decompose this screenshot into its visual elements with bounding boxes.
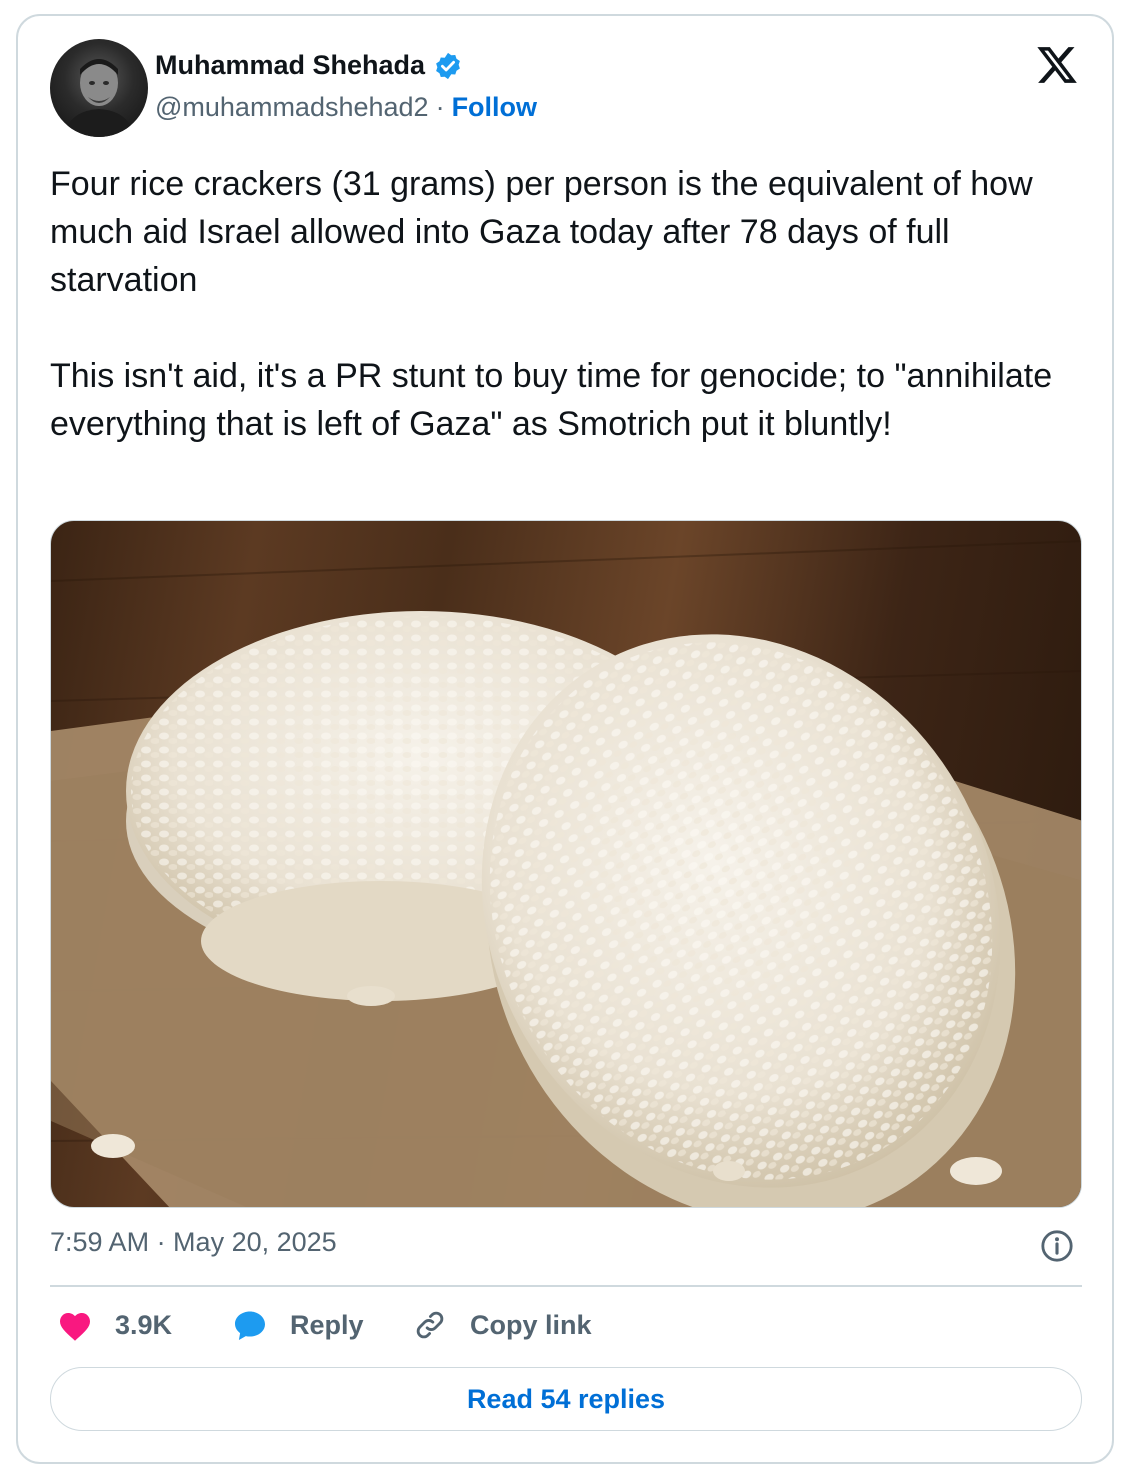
reply-label: Reply [290, 1309, 364, 1340]
like-button[interactable]: 3.9K [57, 1308, 172, 1342]
tweet-paragraph-1: Four rice crackers (31 grams) per person… [50, 165, 1033, 299]
verified-badge-icon [436, 52, 460, 79]
like-count: 3.9K [115, 1309, 173, 1340]
copy-link-label: Copy link [470, 1309, 592, 1340]
rice-cracker-illustration [51, 540, 1081, 1207]
handle-row: @muhammadshehad2 · Follow [155, 92, 537, 123]
info-icon[interactable] [1040, 1229, 1074, 1263]
copy-link-button[interactable]: Copy link [412, 1308, 592, 1342]
tweet-photo-rice-crackers[interactable] [50, 520, 1082, 1208]
tweet-text: Four rice crackers (31 grams) per person… [50, 160, 1090, 448]
read-replies-button[interactable]: Read 54 replies [50, 1367, 1082, 1431]
author-name[interactable]: Muhammad Shehada [155, 50, 425, 81]
tweet-timestamp[interactable]: 7:59 AM · May 20, 2025 [50, 1227, 337, 1258]
reply-button[interactable]: Reply [232, 1308, 364, 1342]
link-icon [416, 1311, 444, 1339]
speech-bubble-icon [235, 1311, 265, 1340]
divider [50, 1285, 1082, 1287]
avatar[interactable] [50, 39, 148, 137]
read-replies-label: Read 54 replies [466, 1383, 666, 1414]
author-handle[interactable]: @muhammadshehad2 [155, 92, 429, 123]
separator-dot: · [435, 92, 445, 122]
x-logo-icon[interactable] [1034, 43, 1080, 87]
heart-icon [60, 1313, 90, 1341]
author-name-row[interactable]: Muhammad Shehada [155, 50, 463, 81]
tweet-paragraph-2: This isn't aid, it's a PR stunt to buy t… [50, 357, 1053, 443]
follow-link[interactable]: Follow [452, 92, 537, 123]
